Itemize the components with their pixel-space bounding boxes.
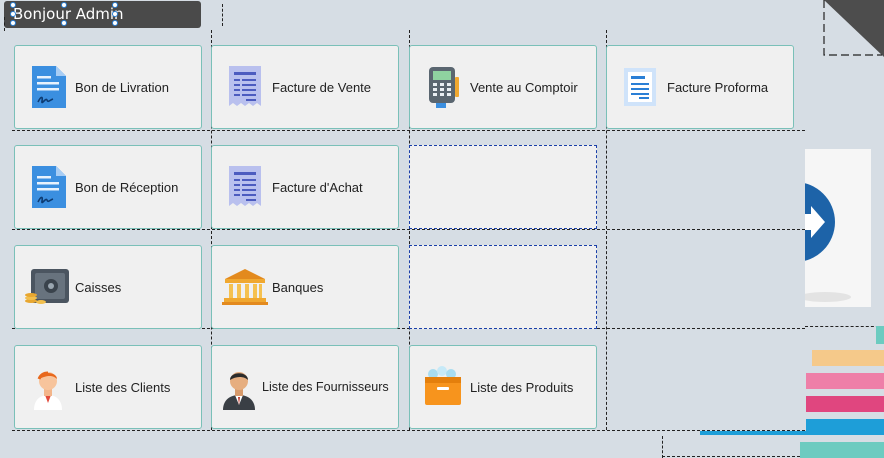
- product-box-icon: [418, 362, 468, 412]
- decorative-stripe: [806, 396, 884, 412]
- tile-liste-des-fournisseurs[interactable]: Liste des Fournisseurs: [211, 345, 399, 429]
- tile-facture-proforma[interactable]: Facture Proforma: [606, 45, 794, 129]
- proforma-invoice-icon: [615, 62, 665, 112]
- tile-facture-d-achat[interactable]: Facture d'Achat: [211, 145, 399, 229]
- page-corner-icon: [823, 0, 884, 57]
- tile-bon-de-reception[interactable]: Bon de Réception: [14, 145, 202, 229]
- layout-guide: [12, 130, 805, 131]
- tile-liste-des-produits[interactable]: Liste des Produits: [409, 345, 597, 429]
- decorative-stripe: [800, 442, 884, 458]
- tile-label: Banques: [272, 279, 324, 295]
- tile-banques[interactable]: Banques: [211, 245, 399, 329]
- supplier-person-icon: [218, 362, 260, 412]
- decorative-stripe: [700, 431, 806, 435]
- logout-image[interactable]: [755, 149, 871, 307]
- tile-label: Vente au Comptoir: [470, 79, 578, 95]
- greeting-text: Bonjour Admin: [13, 5, 124, 23]
- bank-icon: [220, 262, 270, 312]
- layout-guide: [12, 430, 805, 431]
- purchase-invoice-icon: [220, 162, 270, 212]
- tile-caisses[interactable]: Caisses: [14, 245, 202, 329]
- tile-label: Facture Proforma: [667, 79, 769, 95]
- tile-label: Bon de Réception: [75, 179, 179, 195]
- decorative-stripe: [806, 419, 884, 435]
- tile-label: Facture d'Achat: [272, 179, 363, 195]
- layout-guide: [805, 326, 884, 327]
- sales-invoice-icon: [220, 62, 270, 112]
- tile-label: Facture de Vente: [272, 79, 372, 95]
- empty-tile-placeholder[interactable]: [409, 145, 597, 229]
- greeting-label: Bonjour Admin: [4, 1, 201, 28]
- tile-label: Caisses: [75, 279, 122, 295]
- tile-facture-de-vente[interactable]: Facture de Vente: [211, 45, 399, 129]
- layout-guide: [12, 229, 805, 230]
- selection-handle[interactable]: [10, 20, 16, 26]
- tile-bon-de-livration[interactable]: Bon de Livration: [14, 45, 202, 129]
- payment-terminal-icon: [418, 62, 468, 112]
- tile-label: Liste des Produits: [470, 379, 574, 395]
- selection-handle[interactable]: [10, 2, 16, 8]
- tile-liste-des-clients[interactable]: Liste des Clients: [14, 345, 202, 429]
- layout-guide: [662, 456, 805, 457]
- client-person-icon: [23, 362, 73, 412]
- tile-vente-au-comptoir[interactable]: Vente au Comptoir: [409, 45, 597, 129]
- decorative-stripe: [876, 326, 884, 344]
- delivery-note-icon: [23, 62, 73, 112]
- layout-guide: [662, 436, 663, 458]
- decorative-stripe: [812, 350, 884, 366]
- tile-label: Liste des Fournisseurs: [262, 380, 389, 394]
- selection-handle[interactable]: [112, 20, 118, 26]
- layout-guide: [222, 4, 223, 26]
- selection-handle[interactable]: [61, 2, 67, 8]
- tile-label: Liste des Clients: [75, 379, 171, 395]
- decorative-stripe: [806, 373, 884, 389]
- selection-handle[interactable]: [112, 11, 118, 17]
- tile-label: Bon de Livration: [75, 79, 169, 95]
- layout-guide: [4, 17, 5, 31]
- selection-handle[interactable]: [61, 20, 67, 26]
- receipt-note-icon: [23, 162, 73, 212]
- selection-handle[interactable]: [10, 11, 16, 17]
- safe-icon: [23, 262, 73, 312]
- selection-handle[interactable]: [112, 2, 118, 8]
- empty-tile-placeholder[interactable]: [409, 245, 597, 329]
